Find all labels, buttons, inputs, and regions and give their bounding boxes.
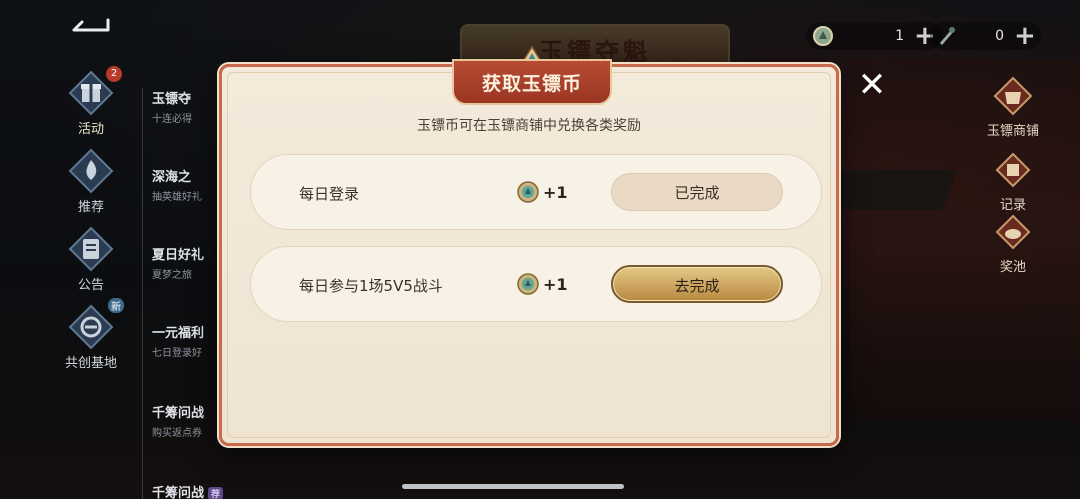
jade-coin-icon	[517, 181, 539, 203]
activity-badge: 2	[106, 66, 122, 82]
right-menu-record[interactable]: 记录	[968, 150, 1058, 213]
jade-coin-icon	[813, 26, 833, 46]
right-menu-prize-pool[interactable]: 奖池	[968, 212, 1058, 275]
sidebar-item-label: 推荐	[77, 200, 104, 215]
record-icon	[995, 152, 1031, 188]
jade-coin-count: 1	[895, 28, 904, 44]
sidebar-item-activity[interactable]: 2 活动	[58, 66, 124, 142]
subnav-item[interactable]: 千筹问战荐	[152, 482, 232, 499]
get-coin-dialog: 获取玉镖币 玉镖币可在玉镖商铺中兑换各类奖励 每日登录 +1 已完成 每日参与1…	[219, 45, 839, 446]
dialog-title-bar: 获取玉镖币	[452, 59, 612, 105]
home-indicator[interactable]	[402, 484, 624, 489]
task-row-daily-battle: 每日参与1场5V5战斗 +1 去完成	[250, 246, 822, 322]
completed-button[interactable]: 已完成	[611, 173, 783, 211]
notice-icon	[68, 226, 114, 272]
currency-token: 0 +	[930, 22, 1042, 50]
sidebar-item-recommend[interactable]: 推荐	[58, 148, 124, 220]
reward-amount: +1	[543, 274, 568, 294]
reward-amount: +1	[543, 182, 568, 202]
task-reward: +1	[516, 180, 568, 204]
right-menu-shop[interactable]: 玉镖商铺	[968, 76, 1058, 139]
jade-coin-icon	[517, 273, 539, 295]
sidebar-item-label: 活动	[77, 122, 104, 137]
close-button[interactable]: ✕	[854, 68, 890, 104]
task-row-daily-login: 每日登录 +1 已完成	[250, 154, 822, 230]
back-button[interactable]	[68, 12, 114, 38]
subnav-divider	[142, 88, 143, 499]
dialog-subtitle: 玉镖币可在玉镖商铺中兑换各类奖励	[417, 118, 641, 134]
sidebar-item-label: 公告	[77, 278, 104, 293]
task-name: 每日参与1场5V5战斗	[299, 277, 443, 295]
dart-token-count: 0	[995, 28, 1004, 44]
sidebar-item-label: 共创基地	[64, 356, 117, 371]
shop-icon	[993, 76, 1033, 116]
co-create-icon	[68, 304, 114, 350]
dialog-title: 获取玉镖币	[481, 73, 582, 95]
sidebar-item-co-create[interactable]: 新 共创基地	[58, 298, 124, 376]
add-dart-token-button[interactable]: +	[1014, 23, 1036, 49]
flame-icon	[68, 148, 114, 194]
sidebar-item-notice[interactable]: 公告	[58, 226, 124, 298]
task-name: 每日登录	[299, 185, 360, 203]
back-arrow-icon	[72, 18, 110, 32]
recommend-tag: 荐	[208, 487, 224, 499]
dart-token-icon	[940, 27, 955, 45]
currency-jade: 1 +	[806, 22, 942, 50]
task-reward: +1	[516, 272, 568, 296]
prize-pool-icon	[995, 214, 1031, 250]
left-sidebar: 2 活动 推荐 公告 新 共创基地	[0, 60, 135, 499]
go-complete-button[interactable]: 去完成	[611, 265, 783, 303]
new-badge: 新	[108, 298, 124, 313]
